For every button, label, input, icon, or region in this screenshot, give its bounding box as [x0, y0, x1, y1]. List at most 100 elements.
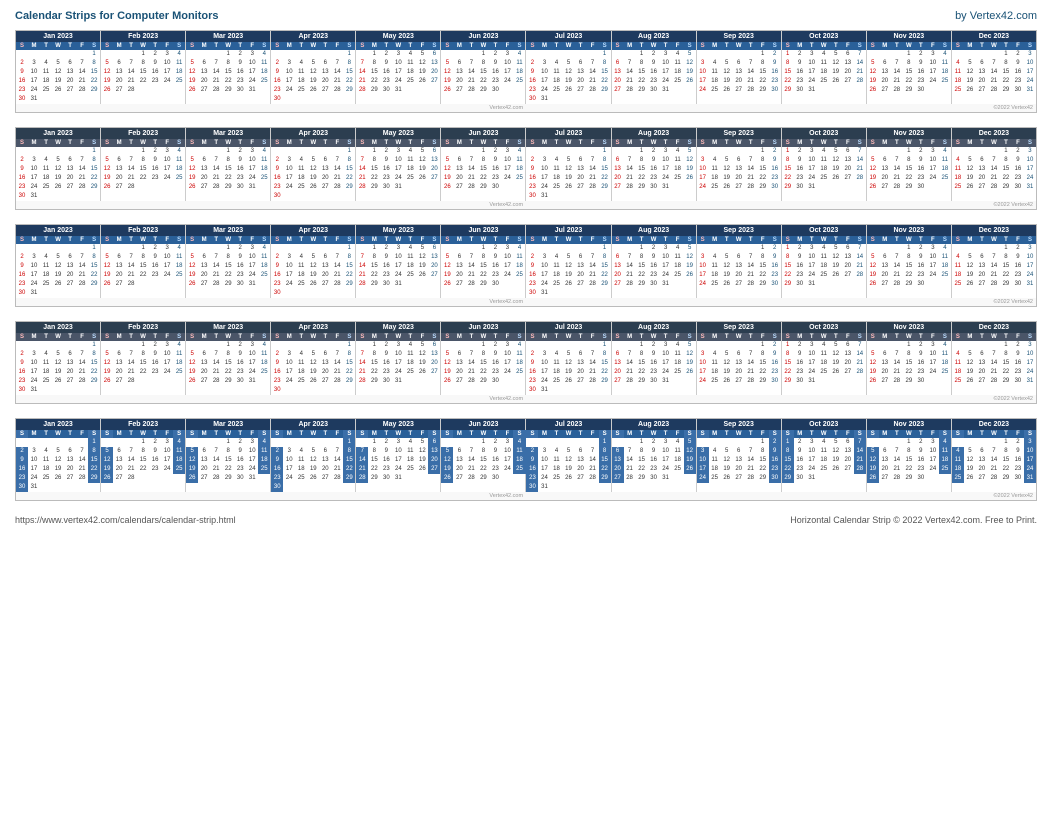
day-cell: 20	[575, 174, 587, 183]
dow-cell: F	[331, 139, 343, 147]
calendar-strip-5: Jan 2023SMTWTFS1234567891011121314151617…	[15, 418, 1037, 501]
day-cell: 19	[721, 77, 733, 86]
day-cell	[867, 50, 879, 59]
day-cell	[113, 50, 125, 59]
day-cell: 1	[88, 244, 100, 253]
dow-cell: F	[1012, 430, 1024, 438]
day-cell: 28	[465, 183, 477, 192]
day-cell	[28, 438, 40, 447]
dow-cell: T	[636, 42, 648, 50]
day-cell	[745, 438, 757, 447]
dow-cell: T	[915, 333, 927, 341]
day-cell: 22	[903, 174, 915, 183]
day-cell: 17	[806, 165, 818, 174]
day-cell: 26	[416, 77, 428, 86]
dow-cell: W	[392, 236, 404, 244]
day-cell	[709, 50, 721, 59]
day-cell: 13	[842, 350, 854, 359]
day-cell: 12	[186, 165, 198, 174]
day-cell: 13	[575, 262, 587, 271]
day-cell: 8	[137, 253, 149, 262]
day-cell: 27	[733, 280, 745, 289]
day-cell: 28	[76, 377, 88, 386]
day-cell: 8	[477, 350, 489, 359]
day-cell: 20	[612, 271, 624, 280]
day-cell: 28	[331, 183, 343, 192]
month-block-4-6: Jun 2023SMTWTFS1234567891011121314151617…	[441, 322, 526, 395]
day-cell	[186, 50, 198, 59]
day-cell: 9	[380, 156, 392, 165]
day-cell: 27	[428, 271, 440, 280]
day-cell	[404, 183, 416, 192]
day-cell: 12	[563, 359, 575, 368]
month-block-4-1: Jan 2023SMTWTFS1234567891011121314151617…	[16, 322, 101, 395]
day-cell: 5	[307, 253, 319, 262]
day-cell: 20	[428, 456, 440, 465]
day-cell: 12	[101, 456, 113, 465]
day-cell: 28	[988, 86, 1000, 95]
day-cell	[648, 483, 660, 492]
day-cell	[721, 438, 733, 447]
day-cell: 14	[210, 359, 222, 368]
dow-cell: M	[538, 430, 550, 438]
day-cell: 14	[331, 68, 343, 77]
day-cell	[854, 474, 866, 483]
day-cell: 3	[660, 438, 672, 447]
day-cell: 4	[709, 253, 721, 262]
day-cell: 10	[501, 447, 513, 456]
day-cell: 19	[563, 465, 575, 474]
day-cell: 19	[186, 465, 198, 474]
day-cell	[964, 95, 976, 104]
dow-cell: W	[563, 430, 575, 438]
day-cell: 20	[113, 465, 125, 474]
day-cell: 28	[587, 280, 599, 289]
day-cell: 5	[563, 156, 575, 165]
day-cell: 15	[477, 262, 489, 271]
day-cell: 29	[477, 280, 489, 289]
day-cell: 19	[307, 271, 319, 280]
day-cell: 14	[465, 456, 477, 465]
day-cell: 24	[392, 77, 404, 86]
day-cell: 30	[1012, 377, 1024, 386]
dow-cell: F	[501, 333, 513, 341]
day-cell: 5	[441, 156, 453, 165]
dow-cell: F	[1012, 236, 1024, 244]
day-cell: 17	[161, 456, 173, 465]
day-cell: 28	[587, 474, 599, 483]
day-cell: 10	[392, 253, 404, 262]
day-cell: 27	[879, 377, 891, 386]
day-cell: 27	[64, 183, 76, 192]
month-header: Apr 2023	[271, 128, 355, 139]
day-cell: 1	[137, 147, 149, 156]
day-cell	[952, 341, 964, 350]
day-cell: 21	[854, 359, 866, 368]
day-cell: 29	[782, 474, 794, 483]
day-cell	[818, 386, 830, 395]
day-cell	[672, 483, 684, 492]
day-cell: 31	[392, 183, 404, 192]
day-cell: 11	[818, 156, 830, 165]
dow-cell: F	[161, 42, 173, 50]
day-cell	[513, 183, 525, 192]
dow-cell: M	[879, 333, 891, 341]
dow-cell: T	[149, 333, 161, 341]
day-cell: 1	[343, 244, 355, 253]
day-cell	[830, 377, 842, 386]
day-cell: 17	[1024, 262, 1036, 271]
day-cell: 9	[915, 253, 927, 262]
day-cell: 23	[489, 77, 501, 86]
day-cell	[818, 183, 830, 192]
day-cell: 17	[161, 262, 173, 271]
day-cell: 15	[1000, 68, 1012, 77]
day-cell	[587, 386, 599, 395]
dow-cell: S	[939, 430, 951, 438]
day-cell: 8	[222, 253, 234, 262]
day-cell: 28	[587, 377, 599, 386]
month-block-3-11: Nov 2023SMTWTFS1234567891011121314151617…	[867, 225, 952, 298]
day-cell: 27	[319, 183, 331, 192]
day-cell: 28	[854, 271, 866, 280]
day-cell	[551, 289, 563, 298]
day-cell: 22	[222, 271, 234, 280]
day-cell: 19	[101, 271, 113, 280]
day-cell: 29	[636, 86, 648, 95]
